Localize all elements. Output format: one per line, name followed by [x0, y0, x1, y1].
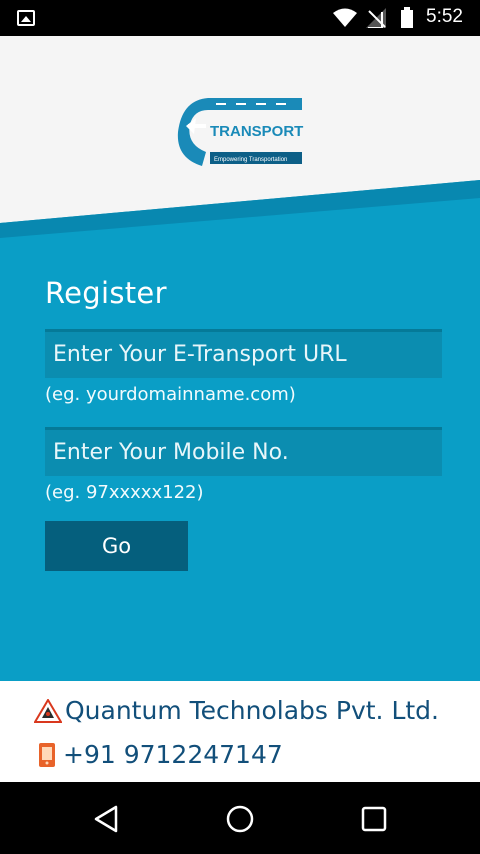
app-logo: TRANSPORT Empowering Transportation: [177, 98, 303, 166]
mobile-phone-icon: [39, 742, 55, 767]
company-row: Quantum Technolabs Pvt. Ltd.: [34, 696, 439, 725]
url-hint: (eg. yourdomainname.com): [45, 384, 296, 405]
mobile-hint: (eg. 97xxxxx122): [45, 482, 204, 503]
phone-row[interactable]: +91 9712247147: [37, 740, 283, 769]
wifi-icon: [333, 8, 357, 27]
company-logo-icon: [34, 698, 62, 723]
status-time: 5:52: [426, 6, 463, 27]
home-icon[interactable]: [225, 804, 255, 834]
logo-brand-text: TRANSPORT: [210, 123, 303, 140]
mobile-input[interactable]: Enter Your Mobile No.: [45, 427, 442, 476]
status-bar: 5:52: [0, 0, 480, 36]
register-title: Register: [45, 276, 167, 310]
company-name: Quantum Technolabs Pvt. Ltd.: [65, 696, 439, 725]
phone-number: +91 9712247147: [63, 740, 283, 769]
battery-icon: [401, 7, 413, 28]
recent-apps-icon[interactable]: [359, 804, 389, 834]
logo-tagline: Empowering Transportation: [214, 157, 287, 163]
url-input[interactable]: Enter Your E-Transport URL: [45, 329, 442, 378]
no-signal-icon: [366, 8, 386, 28]
back-icon[interactable]: [92, 804, 122, 834]
go-button[interactable]: Go: [45, 521, 188, 571]
image-icon: [17, 10, 35, 26]
